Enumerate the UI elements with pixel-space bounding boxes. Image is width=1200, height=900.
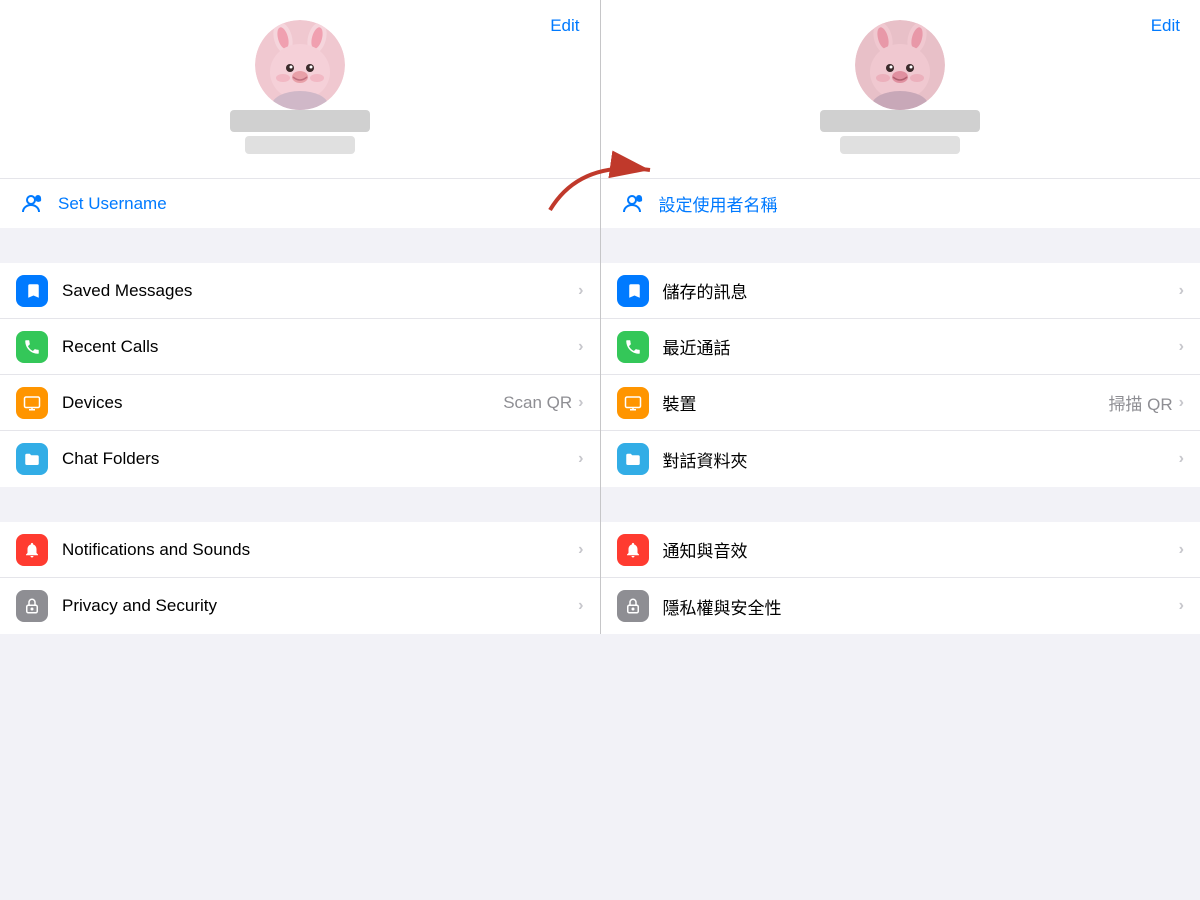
privacy-chevron-zh: › <box>1179 597 1184 615</box>
avatar-right <box>855 20 945 110</box>
privacy-label-zh: 隱私權與安全性 <box>663 594 1179 619</box>
recent-calls-label: Recent Calls <box>62 337 578 357</box>
devices-icon <box>16 387 48 419</box>
notifications-chevron-zh: › <box>1179 541 1184 559</box>
devices-secondary: Scan QR <box>503 393 572 413</box>
divider-2-right <box>601 487 1200 522</box>
chat-folders-item[interactable]: Chat Folders › <box>0 431 600 487</box>
privacy-chevron: › <box>578 597 583 615</box>
username-icon-left: @ <box>16 189 46 219</box>
notifications-item-zh[interactable]: 通知與音效 › <box>601 522 1200 578</box>
edit-button-left[interactable]: Edit <box>550 16 579 36</box>
devices-label-zh: 裝置 <box>663 390 1109 415</box>
username-icon-right: @ <box>617 189 647 219</box>
phone-blur-left <box>245 136 355 154</box>
divider-2-left <box>0 487 600 522</box>
chat-folders-item-zh[interactable]: 對話資料夾 › <box>601 431 1200 487</box>
privacy-label: Privacy and Security <box>62 596 578 616</box>
menu-group-1-left: Saved Messages › Recent Calls › Devices … <box>0 263 600 487</box>
name-blur-right <box>820 110 980 132</box>
svg-text:@: @ <box>37 196 41 201</box>
recent-calls-icon <box>16 331 48 363</box>
saved-messages-item[interactable]: Saved Messages › <box>0 263 600 319</box>
recent-calls-item-zh[interactable]: 最近通話 › <box>601 319 1200 375</box>
recent-calls-chevron: › <box>578 338 583 356</box>
saved-messages-label: Saved Messages <box>62 281 578 301</box>
saved-messages-label-zh: 儲存的訊息 <box>663 278 1179 303</box>
chat-folders-chevron-zh: › <box>1179 450 1184 468</box>
chat-folders-icon <box>16 443 48 475</box>
edit-button-right[interactable]: Edit <box>1151 16 1180 36</box>
recent-calls-item[interactable]: Recent Calls › <box>0 319 600 375</box>
chat-folders-icon-zh <box>617 443 649 475</box>
set-username-label-left: Set Username <box>58 194 167 214</box>
notifications-icon-zh <box>617 534 649 566</box>
privacy-icon <box>16 590 48 622</box>
chat-folders-chevron: › <box>578 450 583 468</box>
recent-calls-chevron-zh: › <box>1179 338 1184 356</box>
devices-chevron: › <box>578 394 583 412</box>
set-username-left[interactable]: @ Set Username <box>0 178 600 228</box>
devices-icon-zh <box>617 387 649 419</box>
notifications-label-zh: 通知與音效 <box>663 537 1179 562</box>
saved-messages-icon-zh <box>617 275 649 307</box>
divider-1-right <box>601 228 1200 263</box>
devices-item[interactable]: Devices Scan QR › <box>0 375 600 431</box>
svg-text:@: @ <box>637 196 641 201</box>
phone-blur-right <box>840 136 960 154</box>
privacy-item[interactable]: Privacy and Security › <box>0 578 600 634</box>
set-username-label-right: 設定使用者名稱 <box>659 191 778 216</box>
recent-calls-icon-zh <box>617 331 649 363</box>
notifications-icon <box>16 534 48 566</box>
recent-calls-label-zh: 最近通話 <box>663 334 1179 359</box>
devices-label: Devices <box>62 393 503 413</box>
chat-folders-label: Chat Folders <box>62 449 578 469</box>
notifications-chevron: › <box>578 541 583 559</box>
profile-info-right <box>820 110 980 154</box>
saved-messages-icon <box>16 275 48 307</box>
avatar-left <box>255 20 345 110</box>
devices-item-zh[interactable]: 裝置 掃描 QR › <box>601 375 1200 431</box>
devices-secondary-zh: 掃描 QR <box>1108 390 1172 415</box>
notifications-item[interactable]: Notifications and Sounds › <box>0 522 600 578</box>
devices-chevron-zh: › <box>1179 394 1184 412</box>
menu-group-1-right: 儲存的訊息 › 最近通話 › 裝置 掃描 QR › <box>601 263 1200 487</box>
profile-info-left <box>230 110 370 154</box>
menu-group-2-left: Notifications and Sounds › Privacy and S… <box>0 522 600 634</box>
saved-messages-chevron: › <box>578 282 583 300</box>
divider-1-left <box>0 228 600 263</box>
name-blur-left <box>230 110 370 132</box>
notifications-label: Notifications and Sounds <box>62 540 578 560</box>
chat-folders-label-zh: 對話資料夾 <box>663 447 1179 472</box>
privacy-item-zh[interactable]: 隱私權與安全性 › <box>601 578 1200 634</box>
privacy-icon-zh <box>617 590 649 622</box>
saved-messages-item-zh[interactable]: 儲存的訊息 › <box>601 263 1200 319</box>
menu-group-2-right: 通知與音效 › 隱私權與安全性 › <box>601 522 1200 634</box>
set-username-right[interactable]: @ 設定使用者名稱 <box>601 178 1200 228</box>
saved-messages-chevron-zh: › <box>1179 282 1184 300</box>
